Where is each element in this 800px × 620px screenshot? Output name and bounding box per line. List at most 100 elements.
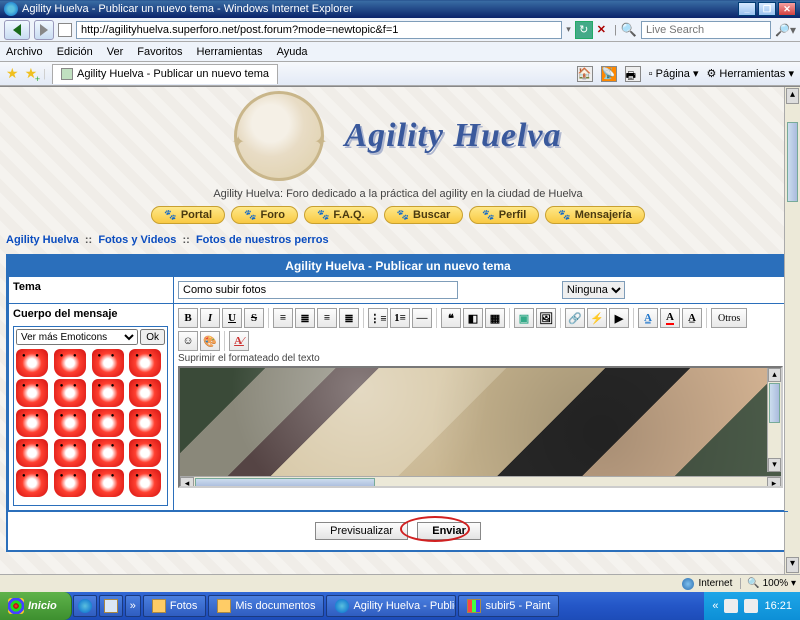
breadcrumb-forum[interactable]: Fotos de nuestros perros	[196, 234, 329, 246]
nav-mensajeria[interactable]: 🐾Mensajería	[545, 206, 644, 224]
font-button[interactable]: A̲	[682, 308, 702, 328]
menu-tools[interactable]: Herramientas	[197, 46, 263, 58]
emoticon[interactable]	[16, 409, 48, 437]
nav-foro[interactable]: 🐾Foro	[231, 206, 298, 224]
align-right-button[interactable]: ≡	[317, 308, 337, 328]
quicklaunch-icon[interactable]	[73, 595, 97, 617]
emoticon[interactable]	[54, 439, 86, 467]
emoticons-ok-button[interactable]: Ok	[140, 329, 165, 345]
address-input[interactable]	[76, 21, 562, 39]
emoticon[interactable]	[54, 409, 86, 437]
tray-icon[interactable]	[744, 599, 758, 613]
menu-file[interactable]: Archivo	[6, 46, 43, 58]
code-button[interactable]: ◧	[463, 308, 483, 328]
emoticons-select[interactable]: Ver más Emoticons	[16, 329, 138, 345]
editor-hscroll[interactable]: ◂▸	[180, 476, 781, 488]
back-button[interactable]	[4, 20, 30, 40]
quicklaunch-icon[interactable]	[99, 595, 123, 617]
editor-body[interactable]: ▴▾ ◂▸	[178, 366, 783, 488]
emoticon[interactable]	[54, 469, 86, 497]
browser-tab[interactable]: Agility Huelva - Publicar un nuevo tema	[52, 64, 278, 84]
emoticon[interactable]	[54, 349, 86, 377]
taskbar-item-docs[interactable]: Mis documentos	[208, 595, 324, 617]
favorites-star-icon[interactable]: ★	[6, 65, 19, 82]
emoticon[interactable]	[54, 379, 86, 407]
nav-faq[interactable]: 🐾F.A.Q.	[304, 206, 378, 224]
search-dropdown[interactable]: 🔎▾	[775, 23, 796, 37]
preview-button[interactable]: Previsualizar	[315, 522, 408, 540]
taskbar-item-paint[interactable]: subir5 - Paint	[458, 595, 559, 617]
align-justify-button[interactable]: ≣	[339, 308, 359, 328]
emoticon[interactable]	[129, 469, 161, 497]
tools-menu[interactable]: ⚙ Herramientas ▾	[706, 67, 794, 80]
submit-button[interactable]: Enviar	[417, 522, 481, 540]
emoticon[interactable]	[129, 379, 161, 407]
underline-button[interactable]: U	[222, 308, 242, 328]
strike-button[interactable]: S	[244, 308, 264, 328]
clock[interactable]: 16:21	[764, 600, 792, 612]
page-menu[interactable]: ▫ Página ▾	[649, 67, 699, 80]
subject-input[interactable]	[178, 281, 458, 299]
taskbar-item-ie[interactable]: Agility Huelva - Public...	[326, 595, 456, 617]
fontsize-button[interactable]: A͇	[638, 308, 658, 328]
nav-portal[interactable]: 🐾Portal	[151, 206, 225, 224]
align-left-button[interactable]: ≡	[273, 308, 293, 328]
emoticon[interactable]	[16, 379, 48, 407]
subject-type-select[interactable]: Ninguna	[562, 281, 625, 299]
others-button[interactable]: Otros	[711, 308, 747, 328]
editor-vscroll[interactable]: ▴▾	[767, 368, 781, 472]
quote-button[interactable]: ❝	[441, 308, 461, 328]
stop-button[interactable]: ✕	[597, 23, 606, 36]
emoticon[interactable]	[16, 469, 48, 497]
refresh-button[interactable]: ↻	[575, 21, 593, 39]
quicklaunch-chevron[interactable]: »	[125, 595, 141, 617]
restore-button[interactable]: ❐	[758, 2, 776, 16]
list-ol-button[interactable]: 1≡	[390, 308, 410, 328]
search-input[interactable]	[641, 21, 771, 39]
print-icon[interactable]: 🖶	[625, 66, 641, 82]
nav-buscar[interactable]: 🐾Buscar	[384, 206, 464, 224]
table-button[interactable]: ▦	[485, 308, 505, 328]
menu-edit[interactable]: Edición	[57, 46, 93, 58]
emoji-button[interactable]: ☺	[178, 331, 198, 351]
fontcolor-button[interactable]: A	[660, 308, 680, 328]
bold-button[interactable]: B	[178, 308, 198, 328]
nav-perfil[interactable]: 🐾Perfil	[469, 206, 539, 224]
list-ul-button[interactable]: ⋮≡	[368, 308, 388, 328]
breadcrumb-root[interactable]: Agility Huelva	[6, 234, 79, 246]
link-button[interactable]: 🔗	[565, 308, 585, 328]
system-tray[interactable]: « 16:21	[704, 592, 800, 620]
emoticon[interactable]	[92, 409, 124, 437]
page-scrollbar[interactable]: ▴ ▾	[784, 87, 800, 574]
tray-expand-icon[interactable]: «	[712, 600, 718, 612]
menu-view[interactable]: Ver	[107, 46, 124, 58]
add-favorite-icon[interactable]: ★+	[25, 65, 38, 82]
taskbar-item-fotos[interactable]: Fotos	[143, 595, 207, 617]
emoticon[interactable]	[92, 379, 124, 407]
tray-icon[interactable]	[724, 599, 738, 613]
emoticon[interactable]	[129, 439, 161, 467]
security-zone[interactable]: Internet	[682, 578, 732, 590]
emoticon[interactable]	[16, 439, 48, 467]
close-button[interactable]: ✕	[778, 2, 796, 16]
toggle-mode-button[interactable]: A⁄	[229, 331, 249, 351]
italic-button[interactable]: I	[200, 308, 220, 328]
menu-favorites[interactable]: Favoritos	[137, 46, 182, 58]
breadcrumb-cat[interactable]: Fotos y Videos	[98, 234, 176, 246]
emoticon[interactable]	[92, 349, 124, 377]
feed-icon[interactable]: 📡	[601, 66, 617, 82]
zoom-control[interactable]: 🔍 100% ▾	[740, 578, 796, 589]
menu-help[interactable]: Ayuda	[277, 46, 308, 58]
suppress-format-link[interactable]: Suprimir el formateado del texto	[178, 353, 783, 364]
emoticon[interactable]	[92, 469, 124, 497]
align-center-button[interactable]: ≣	[295, 308, 315, 328]
video-button[interactable]: ▶	[609, 308, 629, 328]
forward-button[interactable]	[34, 20, 54, 40]
minimize-button[interactable]: _	[738, 2, 756, 16]
hr-button[interactable]: —	[412, 308, 432, 328]
home-icon[interactable]: 🏠	[577, 66, 593, 82]
emoticon[interactable]	[16, 349, 48, 377]
emoticon[interactable]	[92, 439, 124, 467]
start-button[interactable]: Inicio	[0, 592, 72, 620]
emoticon[interactable]	[129, 409, 161, 437]
